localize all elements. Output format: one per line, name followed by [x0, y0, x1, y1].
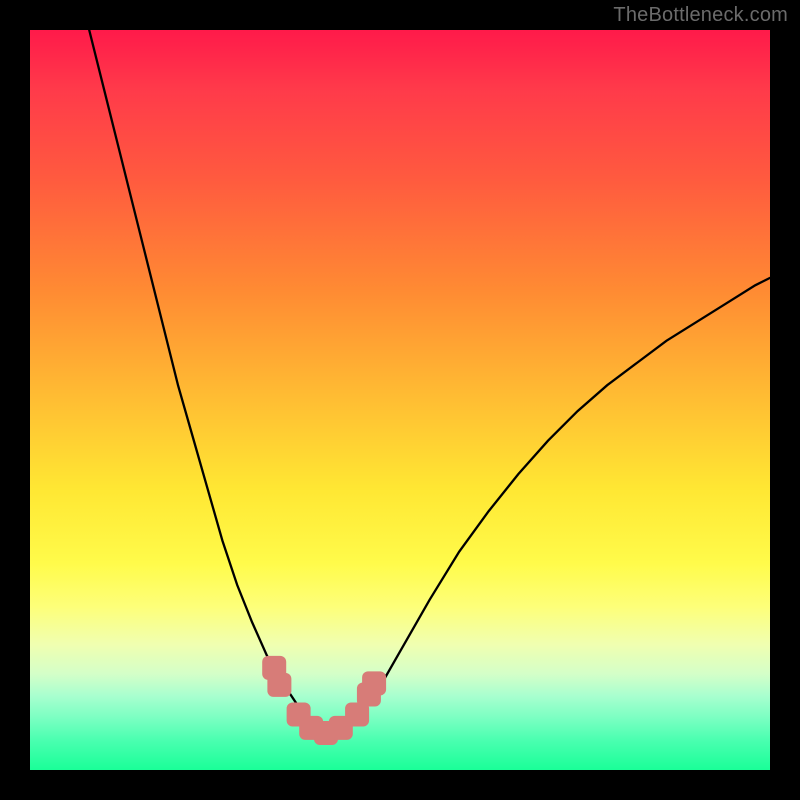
- watermark-text: TheBottleneck.com: [613, 4, 788, 27]
- curve-markers: [262, 656, 386, 745]
- plot-area: [30, 30, 770, 770]
- curve-marker: [267, 673, 291, 697]
- chart-frame: TheBottleneck.com: [0, 0, 800, 800]
- curve-marker: [362, 671, 386, 695]
- chart-svg: [30, 30, 770, 770]
- bottleneck-curve: [89, 30, 770, 733]
